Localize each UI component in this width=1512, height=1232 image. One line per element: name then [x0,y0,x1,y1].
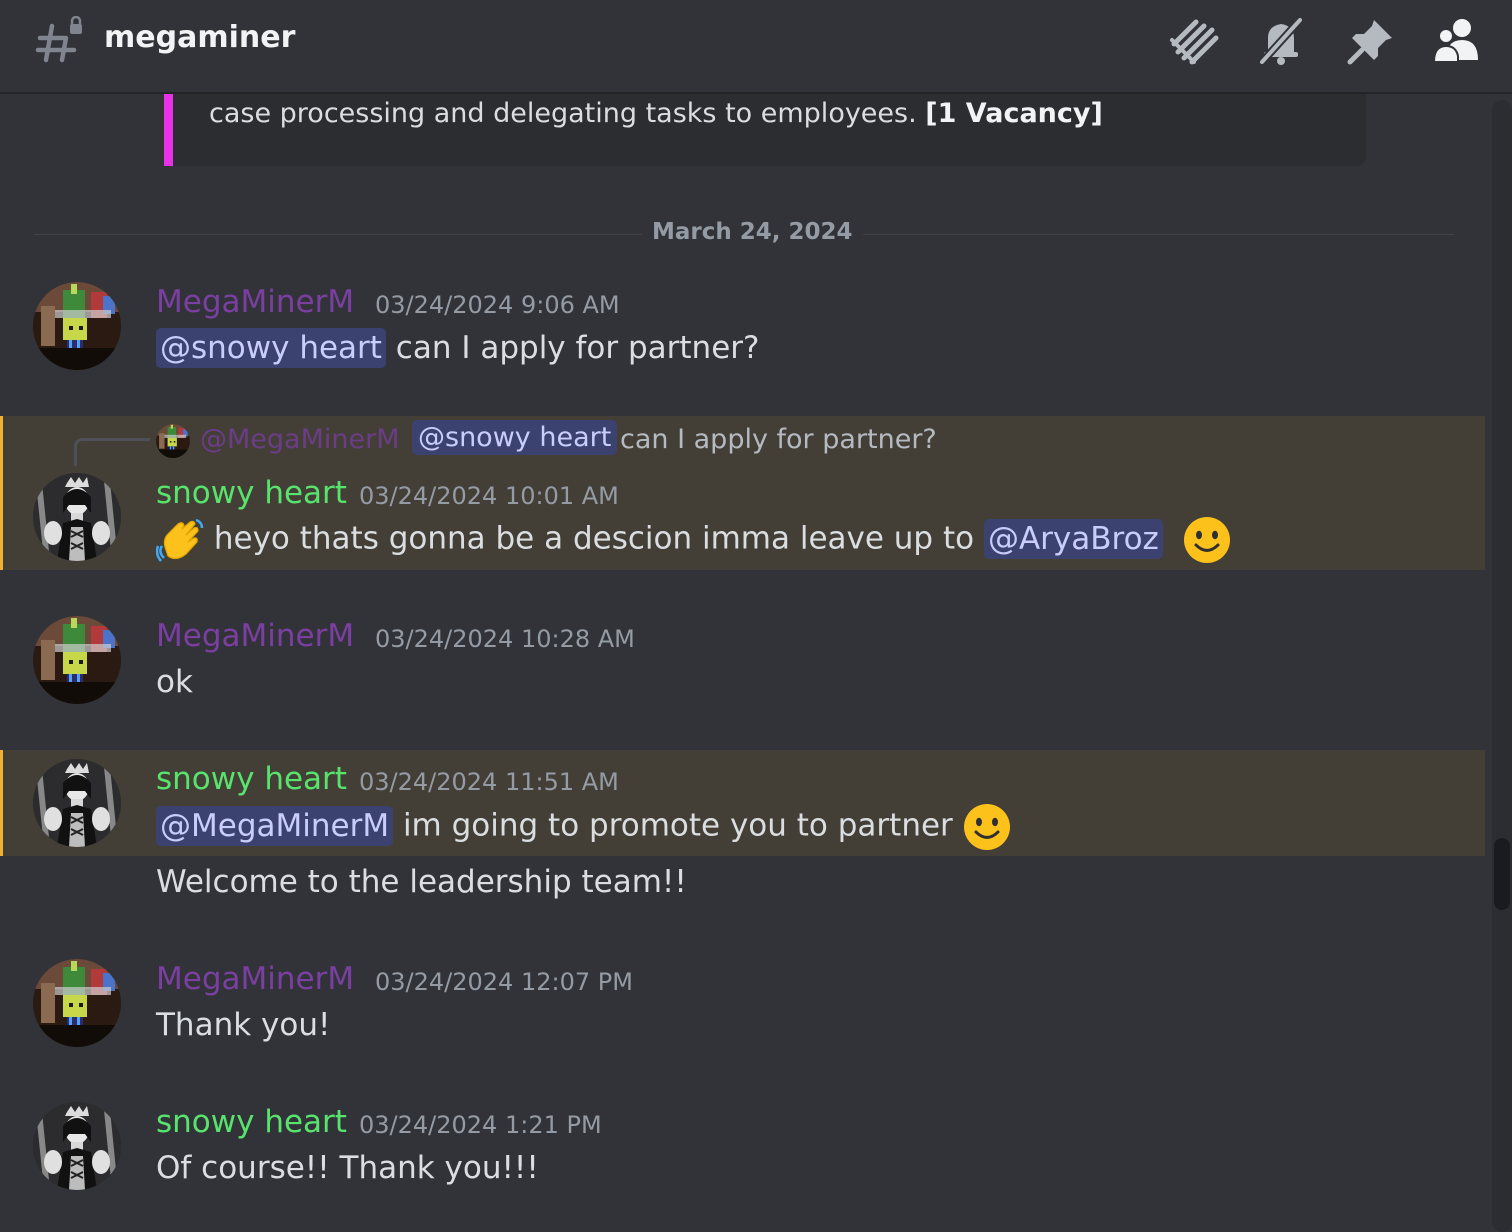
user-mention[interactable]: @AryaBroz [983,518,1163,559]
message-content: @MegaMinerM im going to promote you to p… [156,803,1011,851]
message-content: heyo thats gonna be a descion imma leave… [156,516,1231,564]
embed-body: case processing and delegating tasks to … [209,98,917,129]
embed-card: case processing and delegating tasks to … [164,94,1366,166]
reply-mention[interactable]: @snowy heart [412,420,618,455]
username-megaminerm[interactable]: MegaMinerM [156,618,354,654]
pin-icon[interactable] [1344,14,1398,68]
channel-hash-icon [34,15,86,72]
avatar-megaminerm[interactable] [33,959,121,1047]
reply-author[interactable]: @MegaMinerM [200,424,400,455]
message-timestamp: 03/24/2024 9:06 AM [375,291,620,319]
message-text: im going to promote you to partner [402,807,953,844]
message-timestamp: 03/24/2024 12:07 PM [375,968,633,996]
message-text-continuation: Welcome to the leadership team!! [156,864,687,900]
avatar-megaminerm[interactable] [33,282,121,370]
wave-emoji-icon[interactable] [156,516,204,564]
message-text: can I apply for partner? [395,330,760,366]
username-megaminerm[interactable]: MegaMinerM [156,961,354,997]
message-timestamp: 03/24/2024 10:01 AM [359,482,619,510]
channel-title: megaminer [104,20,296,55]
message-timestamp: 03/24/2024 11:51 AM [359,768,619,796]
reply-avatar[interactable] [156,424,190,458]
message-text: ok [156,664,193,700]
channel-header: megaminer [0,0,1512,94]
message-text: Thank you! [156,1007,331,1043]
scrollbar-thumb[interactable] [1494,838,1510,910]
username-snowy-heart[interactable]: snowy heart [156,761,347,797]
reply-connector [74,438,150,466]
user-mention[interactable]: @snowy heart [156,328,386,368]
message-content: @snowy heart can I apply for partner? [156,328,760,368]
mute-bell-icon[interactable] [1254,14,1308,68]
username-snowy-heart[interactable]: snowy heart [156,1104,347,1140]
message-text: heyo thats gonna be a descion imma leave… [213,520,975,557]
username-snowy-heart[interactable]: snowy heart [156,475,347,511]
message-timestamp: 03/24/2024 10:28 AM [375,625,635,653]
reply-preview-text[interactable]: can I apply for partner? [620,424,937,455]
avatar-snowy-heart[interactable] [33,759,121,847]
avatar-megaminerm[interactable] [33,616,121,704]
slight-smile-emoji-icon[interactable] [1183,516,1231,564]
message-timestamp: 03/24/2024 1:21 PM [359,1111,602,1139]
member-list-icon[interactable] [1432,14,1486,68]
threads-icon[interactable] [1166,14,1220,68]
avatar-snowy-heart[interactable] [33,1102,121,1190]
embed-text: case processing and delegating tasks to … [209,98,1103,129]
embed-vacancy: [1 Vacancy] [925,98,1103,129]
slight-smile-emoji-icon[interactable] [963,803,1011,851]
avatar-snowy-heart[interactable] [33,473,121,561]
message-text: Of course!! Thank you!!! [156,1150,539,1186]
scrollbar-track[interactable] [1492,100,1512,1232]
date-divider-label: March 24, 2024 [642,219,863,245]
user-mention[interactable]: @MegaMinerM [156,805,394,846]
username-megaminerm[interactable]: MegaMinerM [156,284,354,320]
